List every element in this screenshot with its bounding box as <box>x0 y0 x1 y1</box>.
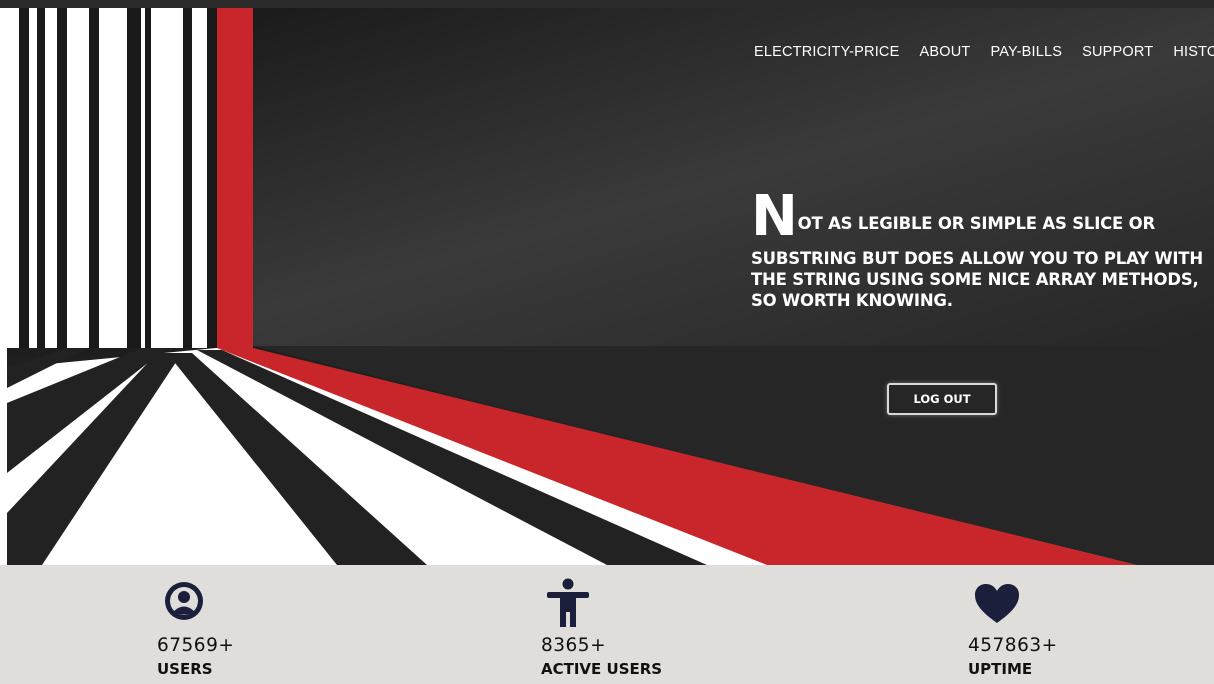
stat-uptime-value: 457863+ <box>968 635 1058 656</box>
nav-history[interactable]: HISTO <box>1173 44 1214 60</box>
logout-button[interactable]: LOG OUT <box>887 383 997 415</box>
browser-top-strip <box>0 0 1214 8</box>
stat-users-label: USERS <box>157 660 213 678</box>
nav-support[interactable]: SUPPORT <box>1082 44 1153 60</box>
nav-pay-bills[interactable]: PAY-BILLS <box>990 44 1062 60</box>
hero-headline-line1-text: OT AS LEGIBLE OR SIMPLE AS SLICE OR <box>797 214 1156 233</box>
main-nav: ELECTRICITY-PRICE ABOUT PAY-BILLS SUPPOR… <box>754 44 1214 60</box>
stat-active-users-label: ACTIVE USERS <box>541 660 663 678</box>
nav-electricity-price[interactable]: ELECTRICITY-PRICE <box>754 44 899 60</box>
stat-users-value: 67569+ <box>157 635 235 656</box>
nav-about[interactable]: ABOUT <box>919 44 970 60</box>
hero-headline-line1: NOT AS LEGIBLE OR SIMPLE AS SLICE OR <box>751 189 1211 245</box>
hero-headline: NOT AS LEGIBLE OR SIMPLE AS SLICE OR SUB… <box>751 189 1211 311</box>
stat-active-users-value: 8365+ <box>541 635 607 656</box>
accessibility-person-icon <box>547 578 589 627</box>
user-circle-icon <box>165 582 203 620</box>
hero-section: ELECTRICITY-PRICE ABOUT PAY-BILLS SUPPOR… <box>7 8 1214 565</box>
heart-icon <box>975 584 1019 623</box>
stats-bar: 67569+ USERS 8365+ ACTIVE USERS 457863+ … <box>0 565 1214 684</box>
stat-uptime-label: UPTIME <box>968 660 1033 678</box>
hero-drop-cap: N <box>751 184 798 249</box>
hero-headline-body: SUBSTRING BUT DOES ALLOW YOU TO PLAY WIT… <box>751 249 1203 310</box>
